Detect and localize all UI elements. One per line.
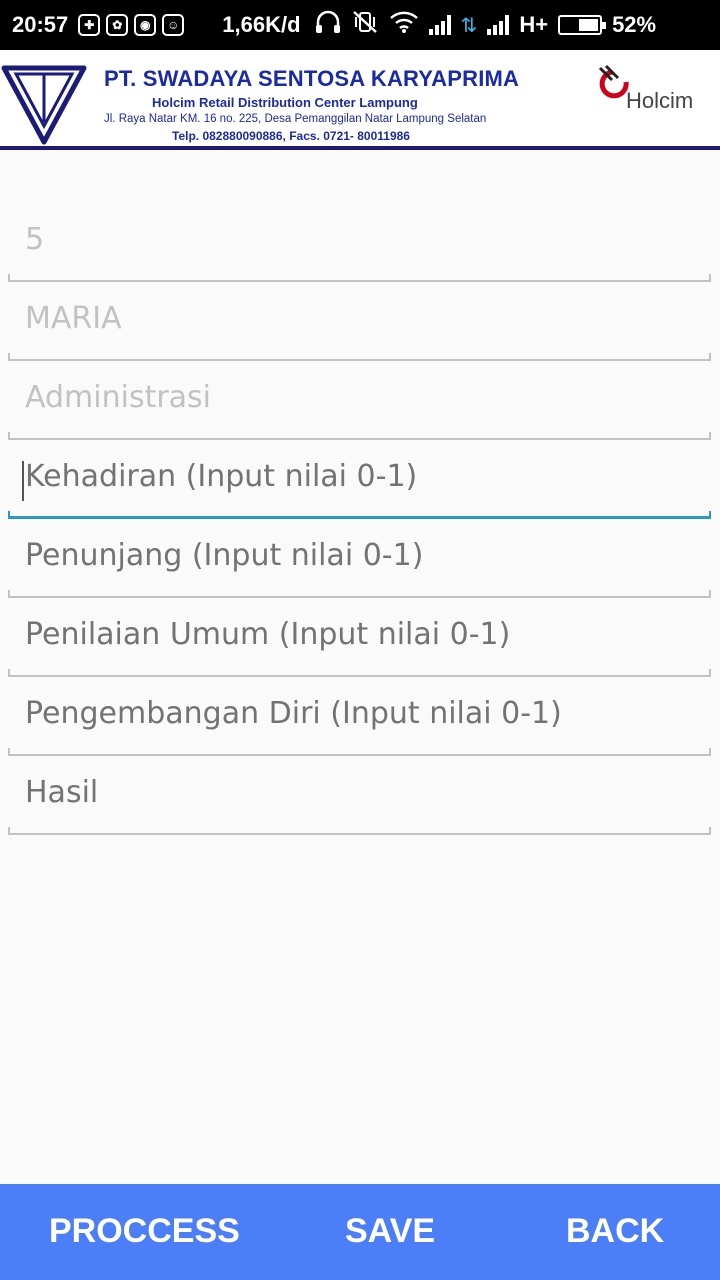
employee-id-value: 5 <box>25 222 45 257</box>
field-underline <box>8 432 711 440</box>
field-underline <box>8 827 711 835</box>
battery-percent: 52% <box>612 12 657 37</box>
status-bar: 20:57 ✚ ✿ ◉ ☺ 1,66K/d ⇅ H+ 52% <box>0 0 720 50</box>
department-value: Administrasi <box>25 380 212 415</box>
text-cursor <box>22 461 24 501</box>
hasil-field[interactable]: Hasil <box>8 775 711 835</box>
field-underline <box>8 590 711 598</box>
net-speed: 1,66K/d <box>222 12 301 37</box>
kehadiran-placeholder: Kehadiran (Input nilai 0-1) <box>25 459 418 494</box>
signal-icon <box>428 15 451 35</box>
network-type: H+ <box>519 12 549 37</box>
employee-id-field[interactable]: 5 <box>8 222 711 282</box>
company-name: PT. SWADAYA SENTOSA KARYAPRIMA <box>104 66 520 91</box>
field-underline <box>8 748 711 756</box>
android-icon: ☺ <box>162 14 185 36</box>
hasil-placeholder: Hasil <box>25 775 99 810</box>
kehadiran-input[interactable]: Kehadiran (Input nilai 0-1) <box>8 459 711 519</box>
department-field[interactable]: Administrasi <box>8 380 711 440</box>
battery-icon <box>558 15 607 35</box>
action-bar: PROCCESS SAVE BACK <box>0 1184 720 1280</box>
wifi-icon <box>389 10 419 40</box>
data-arrows-icon: ⇅ <box>460 14 478 37</box>
status-time: 20:57 <box>12 12 69 37</box>
shield-icon: ✚ <box>78 14 101 36</box>
employee-name-field[interactable]: MARIA <box>8 301 711 361</box>
holcim-brand-text: Holcim <box>626 88 694 113</box>
back-button[interactable]: BACK <box>566 1212 664 1251</box>
penunjang-input[interactable]: Penunjang (Input nilai 0-1) <box>8 538 711 598</box>
field-underline <box>8 669 711 677</box>
company-subtitle: Holcim Retail Distribution Center Lampun… <box>152 95 418 110</box>
company-logo-icon <box>0 64 88 150</box>
field-underline <box>8 353 711 361</box>
app-icon: ◉ <box>134 14 157 36</box>
signal-icon <box>487 15 510 35</box>
field-underline <box>8 511 711 519</box>
company-header: PT. SWADAYA SENTOSA KARYAPRIMA Holcim Re… <box>0 50 720 150</box>
company-phone: Telp. 082880090886, Facs. 0721- 80011986 <box>172 129 410 143</box>
vibrate-off-icon <box>351 10 379 40</box>
headphones-icon <box>315 10 341 40</box>
shield-icon: ✿ <box>106 14 129 36</box>
penunjang-placeholder: Penunjang (Input nilai 0-1) <box>25 538 424 573</box>
save-button[interactable]: SAVE <box>345 1212 435 1251</box>
pengembangan-diri-placeholder: Pengembangan Diri (Input nilai 0-1) <box>25 696 562 731</box>
pengembangan-diri-input[interactable]: Pengembangan Diri (Input nilai 0-1) <box>8 696 711 756</box>
field-underline <box>8 274 711 282</box>
system-icons: ⇅ H+ 52% <box>315 10 657 40</box>
company-address: Jl. Raya Natar KM. 16 no. 225, Desa Pema… <box>104 113 487 125</box>
penilaian-umum-placeholder: Penilaian Umum (Input nilai 0-1) <box>25 617 511 652</box>
employee-name-value: MARIA <box>25 301 122 336</box>
notification-icons: ✚ ✿ ◉ ☺ <box>78 14 185 36</box>
penilaian-umum-input[interactable]: Penilaian Umum (Input nilai 0-1) <box>8 617 711 677</box>
process-button[interactable]: PROCCESS <box>49 1212 240 1251</box>
